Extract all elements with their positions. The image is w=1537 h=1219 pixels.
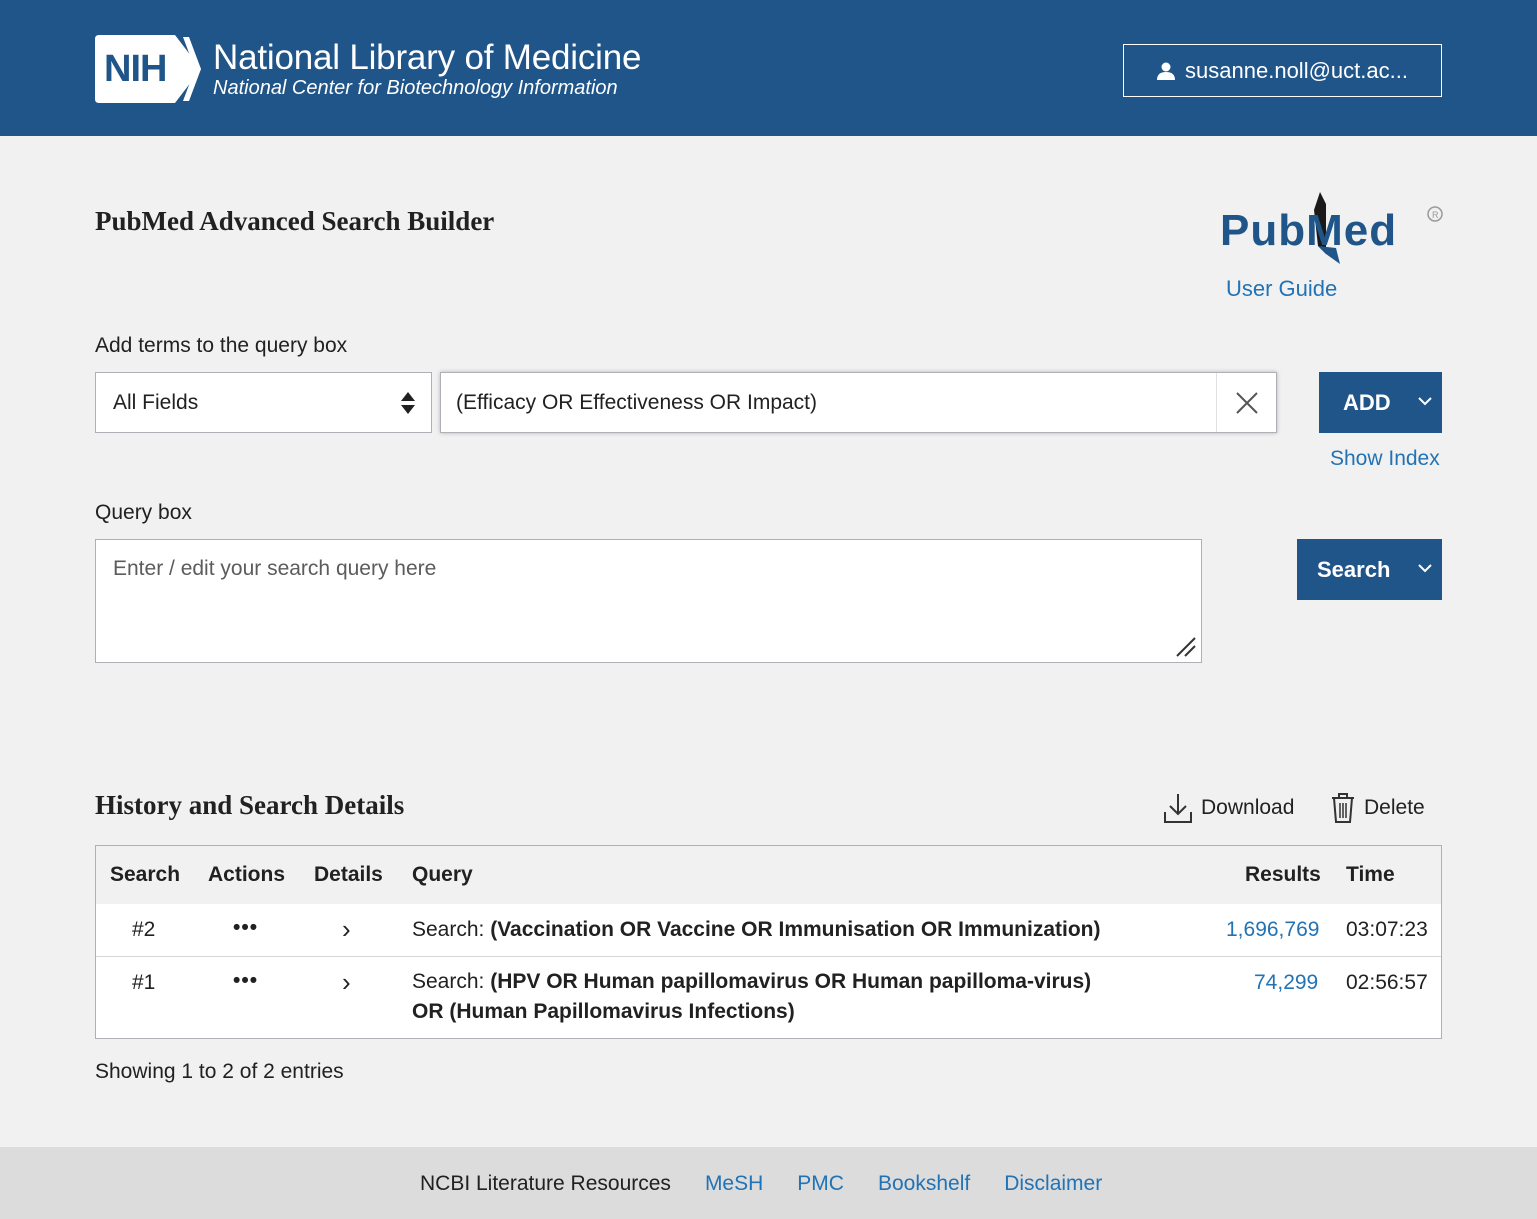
user-icon xyxy=(1157,62,1176,80)
add-button-label: ADD xyxy=(1343,389,1391,415)
col-query[interactable]: Query xyxy=(412,863,473,887)
download-icon xyxy=(1164,794,1192,823)
add-terms-label: Add terms to the query box xyxy=(95,334,348,357)
row-query: Search: (HPV OR Human papillomavirus OR … xyxy=(412,967,1091,1027)
footer-link-mesh[interactable]: MeSH xyxy=(705,1172,763,1196)
col-results[interactable]: Results xyxy=(1245,863,1321,887)
query-text-continued: OR (Human Papillomavirus Infections) xyxy=(412,1000,795,1023)
clear-term-button[interactable] xyxy=(1216,373,1276,432)
query-prefix: Search: xyxy=(412,970,485,993)
chevron-down-icon[interactable] xyxy=(1416,559,1434,577)
close-icon xyxy=(1235,391,1258,414)
svg-text:R: R xyxy=(1432,210,1439,220)
row-actions-menu[interactable]: ••• xyxy=(233,969,258,993)
col-time[interactable]: Time xyxy=(1346,863,1395,887)
row-details-toggle[interactable]: › xyxy=(342,914,351,945)
account-label: susanne.noll@uct.ac... xyxy=(1185,57,1408,83)
query-textarea[interactable] xyxy=(96,540,1201,662)
query-box[interactable] xyxy=(95,539,1202,663)
add-button[interactable]: ADD xyxy=(1319,372,1442,433)
page-title: PubMed Advanced Search Builder xyxy=(95,206,495,236)
download-button[interactable]: Download xyxy=(1163,792,1294,824)
footer-link-pmc[interactable]: PMC xyxy=(797,1172,844,1196)
trash-icon xyxy=(1332,793,1354,823)
row-query: Search: (Vaccination OR Vaccine OR Immun… xyxy=(412,918,1101,942)
footer-resources-label: NCBI Literature Resources xyxy=(420,1172,671,1195)
row-search-number: #1 xyxy=(132,971,156,994)
history-title: History and Search Details xyxy=(95,790,405,820)
term-input[interactable] xyxy=(440,372,1277,433)
row-results-link[interactable]: 74,299 xyxy=(1254,971,1318,995)
row-details-toggle[interactable]: › xyxy=(342,967,351,998)
query-prefix: Search: xyxy=(412,918,485,941)
delete-label: Delete xyxy=(1364,796,1425,819)
col-details: Details xyxy=(314,863,383,886)
account-button[interactable]: susanne.noll@uct.ac... xyxy=(1123,44,1442,97)
chevron-down-icon[interactable] xyxy=(1416,392,1434,410)
delete-button[interactable]: Delete xyxy=(1330,792,1425,824)
row-search-number: #2 xyxy=(132,918,156,941)
org-subtitle: National Center for Biotechnology Inform… xyxy=(213,77,618,99)
user-guide-link[interactable]: User Guide xyxy=(1226,276,1337,302)
col-actions: Actions xyxy=(208,863,286,886)
term-input-field[interactable] xyxy=(441,373,1211,432)
footer-link-bookshelf[interactable]: Bookshelf xyxy=(878,1172,970,1196)
org-title: National Library of Medicine xyxy=(213,38,642,77)
site-footer: NCBI Literature Resources MeSH PMC Books… xyxy=(0,1147,1537,1219)
field-select[interactable]: All Fields xyxy=(95,372,432,433)
query-box-label: Query box xyxy=(95,501,192,524)
sort-arrows-icon xyxy=(401,392,415,414)
resize-handle-icon[interactable] xyxy=(1175,636,1197,658)
table-row: #1 ••• › Search: (HPV OR Human papilloma… xyxy=(96,957,1441,1038)
footer-link-disclaimer[interactable]: Disclaimer xyxy=(1004,1172,1102,1196)
nih-badge-text: NIH xyxy=(104,48,167,90)
field-select-value: All Fields xyxy=(113,390,199,414)
search-button-label: Search xyxy=(1317,556,1391,582)
entries-count: Showing 1 to 2 of 2 entries xyxy=(95,1060,344,1083)
history-table: Search Actions Details Query Results Tim… xyxy=(95,845,1442,1039)
row-time: 03:07:23 xyxy=(1346,918,1428,941)
pubmed-logo[interactable]: R PubMed xyxy=(1218,190,1448,270)
table-header: Search Actions Details Query Results Tim… xyxy=(96,846,1441,904)
table-row: #2 ••• › Search: (Vaccination OR Vaccine… xyxy=(96,904,1441,957)
row-results-link[interactable]: 1,696,769 xyxy=(1226,918,1319,942)
row-time: 02:56:57 xyxy=(1346,971,1428,994)
nlm-logo-link[interactable]: NIH National Library of Medicine Nationa… xyxy=(95,35,641,103)
col-search[interactable]: Search xyxy=(110,863,180,887)
site-header: NIH National Library of Medicine Nationa… xyxy=(0,0,1537,136)
query-text: (Vaccination OR Vaccine OR Immunisation … xyxy=(490,918,1101,941)
nih-badge-icon: NIH xyxy=(95,35,213,103)
show-index-link[interactable]: Show Index xyxy=(1330,447,1440,471)
pubmed-logo-text: PubMed xyxy=(1220,206,1398,255)
row-actions-menu[interactable]: ••• xyxy=(233,916,258,940)
download-label: Download xyxy=(1201,796,1295,819)
search-button[interactable]: Search xyxy=(1297,539,1442,600)
query-text: (HPV OR Human papillomavirus OR Human pa… xyxy=(490,970,1092,993)
